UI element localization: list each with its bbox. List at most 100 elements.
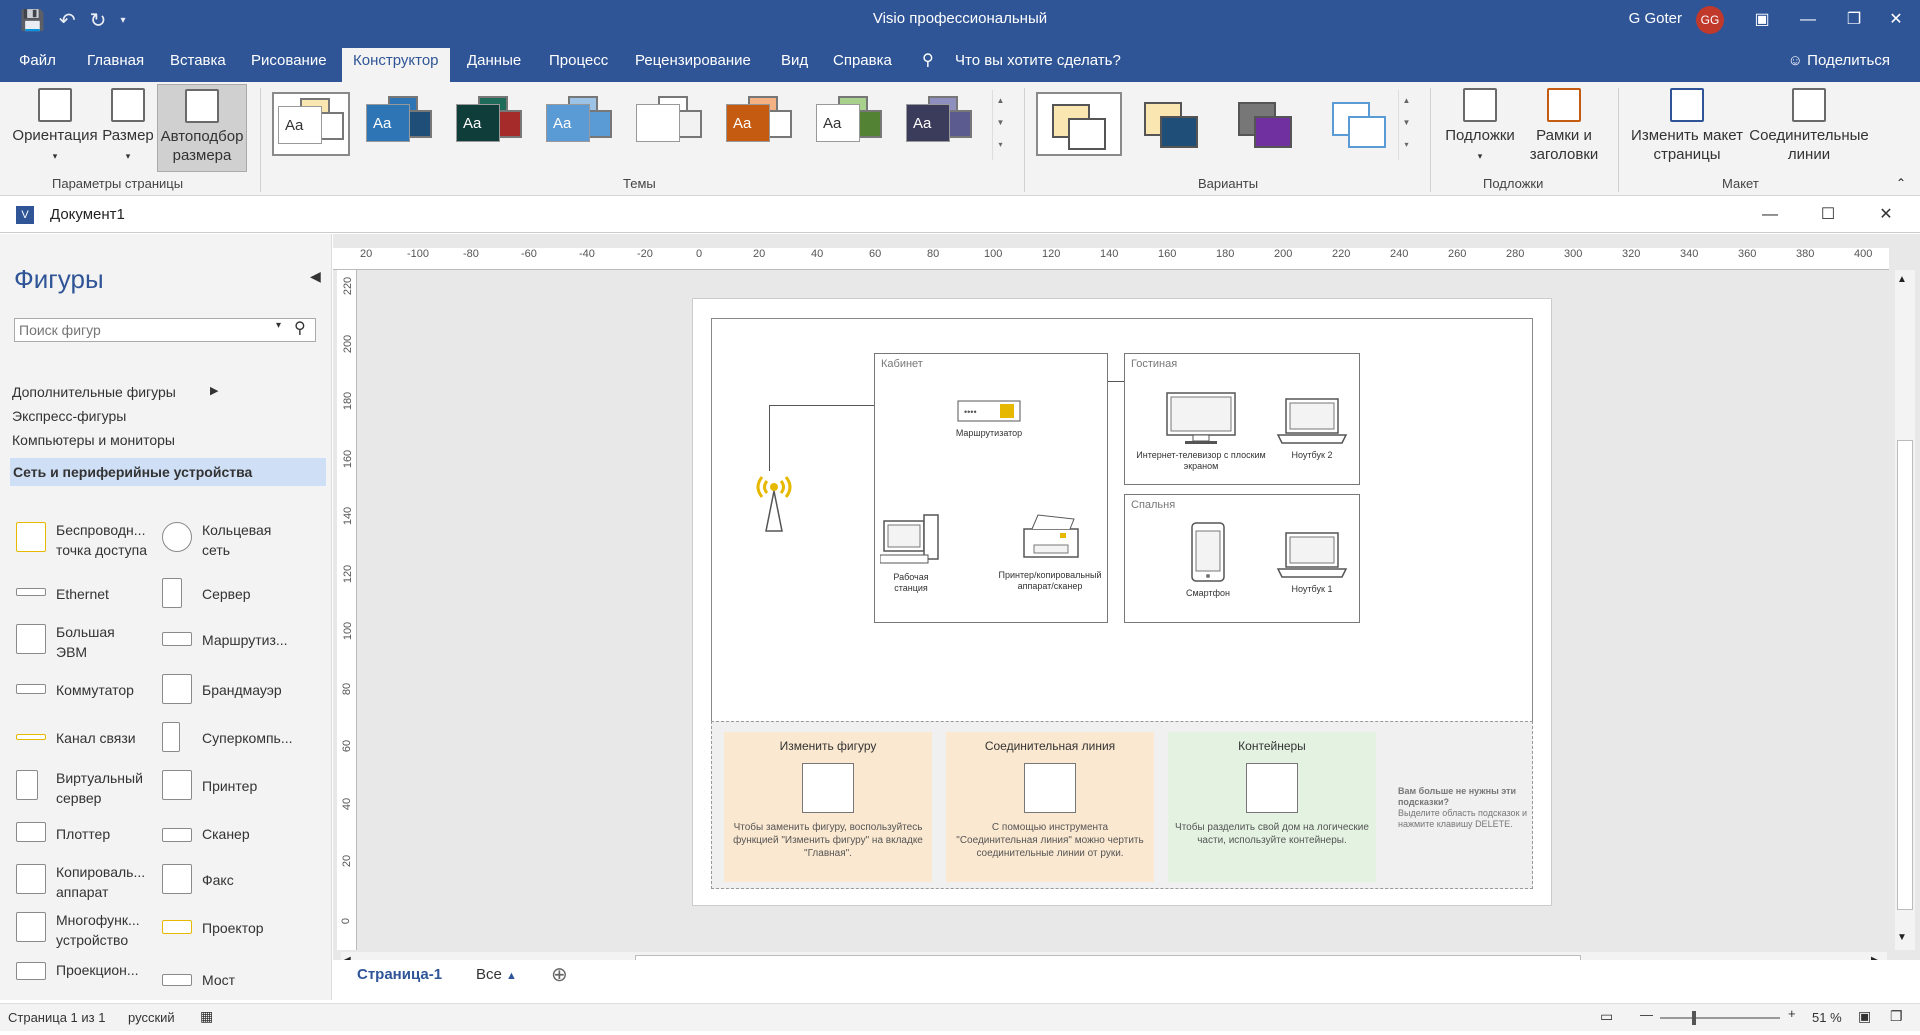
share-button[interactable]: ☺ Поделиться (1788, 52, 1890, 69)
variant-4[interactable] (1318, 92, 1404, 156)
shape-virtual-server[interactable]: Виртуальный сервер (12, 764, 162, 808)
laptop1-shape[interactable]: Ноутбук 1 (1274, 529, 1350, 595)
close-icon[interactable]: ✕ (1876, 6, 1916, 34)
search-dropdown-icon[interactable]: ▾ (276, 320, 281, 331)
minimize-icon[interactable]: — (1788, 6, 1828, 34)
collapse-pane-icon[interactable]: ◀ (310, 268, 321, 285)
tab-file[interactable]: Файл (8, 48, 67, 82)
shape-scanner[interactable]: Сканер (158, 812, 308, 856)
drawing-page[interactable]: Кабинет •••• Маршрутизатор Рабочая станц… (692, 298, 1552, 906)
themes-gallery-scroll[interactable]: ▲ ▼ ▾ (992, 90, 1008, 160)
scroll-down-icon[interactable]: ▼ (1897, 932, 1907, 943)
theme-orange[interactable]: Aa (722, 92, 800, 156)
shape-comm-link[interactable]: Канал связи (12, 716, 162, 760)
shape-projection-screen[interactable]: Проекцион... (12, 952, 162, 996)
tab-design[interactable]: Конструктор (342, 48, 450, 82)
hints-area[interactable]: Изменить фигуру Чтобы заменить фигуру, в… (711, 721, 1533, 889)
shape-ethernet[interactable]: Ethernet (12, 572, 162, 616)
theme-white[interactable] (632, 92, 710, 156)
add-page-icon[interactable]: ⊕ (551, 962, 568, 987)
router-shape[interactable]: •••• Маршрутизатор (952, 395, 1026, 439)
shape-switch[interactable]: Коммутатор (12, 668, 162, 712)
autofit-button[interactable]: Автоподбор размера (157, 84, 247, 172)
zoom-slider[interactable] (1660, 1011, 1780, 1025)
theme-dark-teal[interactable]: Aa (452, 92, 530, 156)
doc-minimize-icon[interactable]: — (1750, 203, 1790, 227)
page-count[interactable]: Страница 1 из 1 (8, 1010, 105, 1025)
shape-server[interactable]: Сервер (158, 572, 308, 616)
shape-bridge[interactable]: Мост (158, 960, 308, 1000)
shape-supercomputer[interactable]: Суперкомпь... (158, 716, 308, 760)
shape-ring-network[interactable]: Кольцевая сеть (158, 516, 308, 560)
theme-green[interactable]: Aa (812, 92, 890, 156)
tab-data[interactable]: Данные (456, 48, 532, 82)
page-tab-1[interactable]: Страница-1 (357, 966, 442, 983)
tab-view[interactable]: Вид (770, 48, 819, 82)
tab-process[interactable]: Процесс (538, 48, 619, 82)
wireless-ap-shape[interactable] (752, 465, 796, 535)
smart-tv-shape[interactable]: Интернет-телевизор с плоским экраном (1136, 391, 1266, 472)
user-name[interactable]: G Goter (1629, 10, 1682, 27)
shape-mainframe[interactable]: Большая ЭВМ (12, 618, 162, 662)
smartphone-shape[interactable]: Смартфон (1178, 521, 1238, 599)
relayout-page-button[interactable]: Изменить макет страницы (1628, 88, 1746, 164)
scroll-thumb[interactable] (1897, 440, 1913, 910)
theme-blue[interactable]: Aa (362, 92, 440, 156)
shape-multifunction[interactable]: Многофунк... устройство (12, 906, 162, 950)
fit-page-icon[interactable]: ▣ (1858, 1008, 1871, 1025)
borders-titles-button[interactable]: Рамки и заголовки (1518, 88, 1610, 164)
shape-plotter[interactable]: Плоттер (12, 812, 162, 856)
search-icon[interactable]: ⚲ (294, 318, 306, 338)
scroll-up-icon[interactable]: ▲ (1897, 274, 1907, 285)
shape-wireless-ap[interactable]: Беспроводн... точка доступа (12, 516, 162, 560)
size-button[interactable]: Размер ▾ (100, 88, 156, 166)
tab-insert[interactable]: Вставка (159, 48, 237, 82)
theme-slate[interactable]: Aa (902, 92, 980, 156)
ribbon-display-icon[interactable]: ▣ (1742, 6, 1782, 34)
avatar[interactable]: GG (1696, 6, 1724, 34)
workstation-shape[interactable]: Рабочая станция (879, 511, 942, 594)
language[interactable]: русский (128, 1010, 175, 1025)
zoom-in-icon[interactable]: + (1788, 1006, 1796, 1021)
laptop2-shape[interactable]: Ноутбук 2 (1274, 395, 1350, 461)
shape-router[interactable]: Маршрутиз... (158, 618, 308, 662)
shape-fax[interactable]: Факс (158, 858, 308, 902)
shape-projector[interactable]: Проектор (158, 906, 308, 950)
shape-firewall[interactable]: Брандмауэр (158, 668, 308, 712)
stencil-more-shapes[interactable]: Дополнительные фигуры ▶ (12, 384, 232, 400)
tab-help[interactable]: Справка (822, 48, 903, 82)
variant-2[interactable] (1130, 92, 1216, 156)
shape-search-input[interactable] (14, 318, 316, 342)
variant-3[interactable] (1224, 92, 1310, 156)
presentation-mode-icon[interactable]: ▭ (1600, 1008, 1613, 1025)
shape-printer[interactable]: Принтер (158, 764, 308, 808)
stencil-network-peripherals[interactable]: Сеть и периферийные устройства (10, 458, 326, 486)
stencil-quick-shapes[interactable]: Экспресс-фигуры (12, 408, 126, 424)
shape-copier[interactable]: Копироваль... аппарат (12, 858, 162, 902)
all-pages-button[interactable]: Все ▲ (476, 966, 517, 983)
zoom-out-icon[interactable]: — (1640, 1007, 1653, 1022)
zoom-slider-thumb[interactable] (1692, 1011, 1696, 1025)
printer-shape[interactable]: Принтер/копировальный аппарат/сканер (980, 511, 1120, 592)
theme-light-blue[interactable]: Aa (542, 92, 620, 156)
stencil-computers-monitors[interactable]: Компьютеры и мониторы (12, 432, 175, 448)
tab-review[interactable]: Рецензирование (624, 48, 762, 82)
backgrounds-button[interactable]: Подложки ▾ (1440, 88, 1520, 166)
tell-me-input[interactable]: Что вы хотите сделать? (955, 52, 1121, 69)
variants-gallery-scroll[interactable]: ▲ ▼ ▾ (1398, 90, 1414, 160)
restore-icon[interactable]: ❐ (1834, 6, 1874, 34)
collapse-ribbon-icon[interactable]: ⌃ (1896, 176, 1906, 190)
orientation-button[interactable]: Ориентация ▾ (10, 88, 100, 166)
switch-windows-icon[interactable]: ❐ (1890, 1008, 1903, 1025)
zoom-level[interactable]: 51 % (1812, 1010, 1842, 1025)
doc-maximize-icon[interactable]: ☐ (1808, 203, 1848, 227)
connectors-button[interactable]: Соединительные линии (1746, 88, 1872, 164)
tab-draw[interactable]: Рисование (240, 48, 338, 82)
vertical-scrollbar[interactable]: ▲ ▼ (1895, 270, 1915, 950)
doc-close-icon[interactable]: ✕ (1866, 203, 1906, 227)
theme-office[interactable]: Aa (272, 92, 350, 156)
macro-icon[interactable]: ▦ (200, 1008, 213, 1025)
drawing-canvas[interactable]: 20 -100 -80 -60 -40 -20 0 20 40 60 80 10… (333, 234, 1920, 990)
variant-1[interactable] (1036, 92, 1122, 156)
tab-home[interactable]: Главная (76, 48, 155, 82)
